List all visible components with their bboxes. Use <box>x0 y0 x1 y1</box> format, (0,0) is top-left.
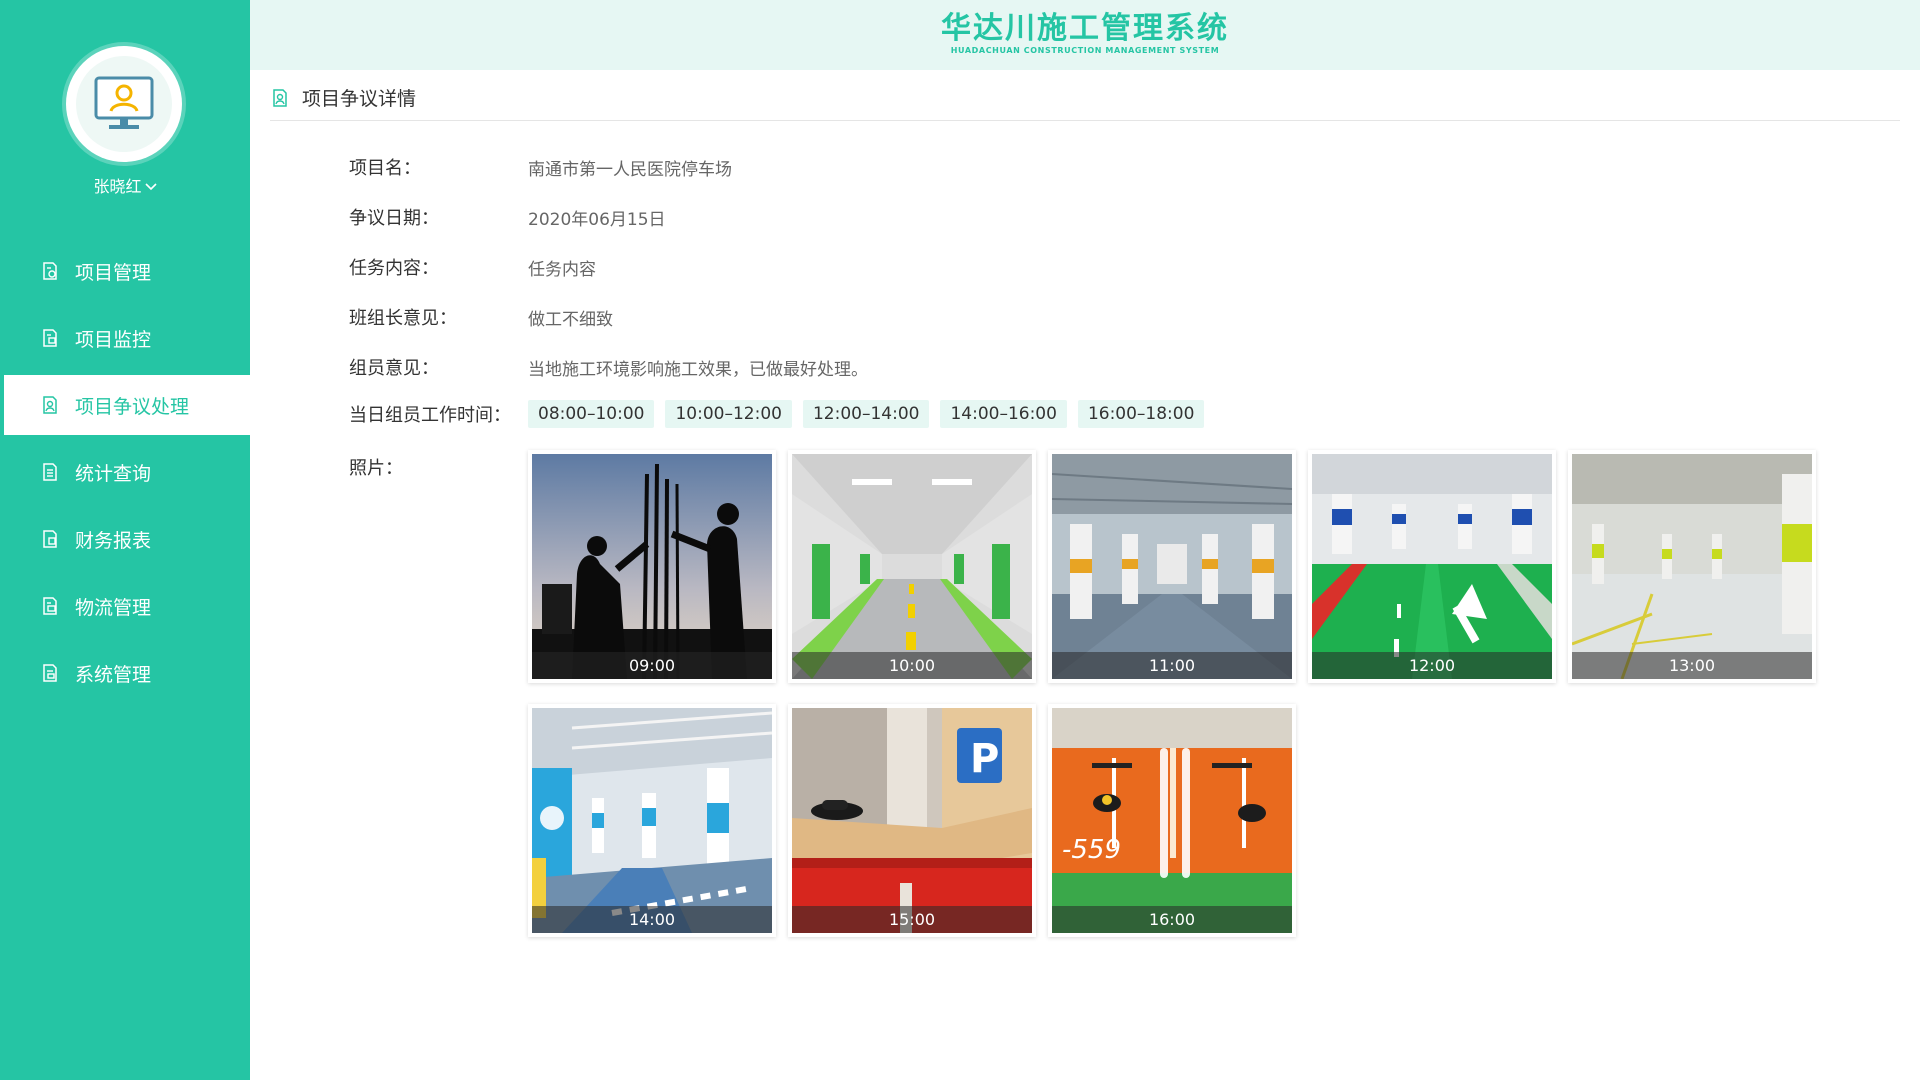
settings-icon <box>43 664 57 682</box>
photo-card[interactable]: 12:00 <box>1308 450 1556 683</box>
finance-icon <box>43 530 57 548</box>
sidebar-item-label: 物流管理 <box>75 596 152 619</box>
photo-time: 15:00 <box>792 906 1032 933</box>
field-work-time: 当日组员工作时间： 08:00–10:00 10:00–12:00 12:00–… <box>349 400 1215 428</box>
field-leader-opinion: 班组长意见： 做工不细致 <box>349 304 613 330</box>
field-label: 争议日期： <box>349 208 439 229</box>
photo-time: 14:00 <box>532 906 772 933</box>
field-label: 项目名： <box>349 158 421 179</box>
sidebar-item-system[interactable]: 系统管理 <box>0 643 250 703</box>
sidebar-item-label: 财务报表 <box>75 529 152 552</box>
photo-card[interactable]: 13:00 <box>1568 450 1816 683</box>
photo-card[interactable]: 14:00 <box>528 704 776 937</box>
sidebar-item-project-management[interactable]: 项目管理 <box>0 241 250 301</box>
photo-card[interactable]: 10:00 <box>788 450 1036 683</box>
photo-time: 11:00 <box>1052 652 1292 679</box>
field-value: 做工不细致 <box>528 309 613 330</box>
field-project-name: 项目名： 南通市第一人民医院停车场 <box>349 154 732 180</box>
user-menu[interactable]: 张晓红 <box>0 173 250 197</box>
time-slot: 14:00–16:00 <box>940 400 1067 428</box>
field-member-opinion: 组员意见： 当地施工环境影响施工效果，已做最好处理。 <box>349 354 868 380</box>
photo-time: 09:00 <box>532 652 772 679</box>
sidebar-item-label: 系统管理 <box>75 663 152 686</box>
sidebar-item-finance[interactable]: 财务报表 <box>0 509 250 569</box>
app-title: 华达川施工管理系统 <box>941 11 1229 46</box>
main-content: 项目争议详情 项目名： 南通市第一人民医院停车场 争议日期： 2020年06月1… <box>270 70 1900 1080</box>
avatar[interactable] <box>66 46 182 162</box>
sidebar-item-label: 项目争议处理 <box>75 395 190 418</box>
sidebar-item-label: 统计查询 <box>75 462 152 485</box>
field-value: 2020年06月15日 <box>528 209 666 230</box>
photo-image <box>1572 454 1812 679</box>
statistics-icon <box>43 463 57 481</box>
field-label: 班组长意见： <box>349 308 457 329</box>
photo-card[interactable]: -559 16:00 <box>1048 704 1296 937</box>
sidebar-item-label: 项目监控 <box>75 328 152 351</box>
app-subtitle: HUADACHUAN CONSTRUCTION MANAGEMENT SYSTE… <box>950 46 1220 55</box>
photo-image <box>1312 454 1552 679</box>
field-label: 任务内容： <box>349 258 439 279</box>
field-dispute-date: 争议日期： 2020年06月15日 <box>349 204 666 230</box>
photo-image: P <box>792 708 1032 933</box>
photo-time: 13:00 <box>1572 652 1812 679</box>
sidebar-item-project-monitor[interactable]: 项目监控 <box>0 308 250 368</box>
field-label: 组员意见： <box>349 358 439 379</box>
photo-time: 16:00 <box>1052 906 1292 933</box>
photo-card[interactable]: P 15:00 <box>788 704 1036 937</box>
sidebar-item-statistics[interactable]: 统计查询 <box>0 442 250 502</box>
sidebar: 张晓红 项目管理 项目监控 项目争议处理 统计查询 财务报表 物流管理 系统管理 <box>0 0 250 1080</box>
photo-image <box>792 454 1032 679</box>
user-name: 张晓红 <box>93 177 142 196</box>
avatar-circle <box>76 56 172 152</box>
sidebar-item-logistics[interactable]: 物流管理 <box>0 576 250 636</box>
project-icon <box>43 262 57 280</box>
monitor-user-icon <box>94 76 154 129</box>
sidebar-item-dispute[interactable]: 项目争议处理 <box>4 375 250 435</box>
logistics-icon <box>43 597 57 615</box>
time-slot-list: 08:00–10:00 10:00–12:00 12:00–14:00 14:0… <box>528 400 1215 428</box>
photo-card[interactable]: 11:00 <box>1048 450 1296 683</box>
time-slot: 10:00–12:00 <box>665 400 792 428</box>
photo-image: -559 <box>1052 708 1292 933</box>
photo-image <box>532 708 772 933</box>
photo-time: 10:00 <box>792 652 1032 679</box>
field-value: 任务内容 <box>528 259 596 280</box>
page-title: 项目争议详情 <box>302 88 417 110</box>
time-slot: 16:00–18:00 <box>1077 400 1205 428</box>
field-value: 当地施工环境影响施工效果，已做最好处理。 <box>528 359 868 380</box>
dispute-detail-icon <box>273 89 287 107</box>
svg-text:-559: -559 <box>1062 835 1121 865</box>
dispute-icon <box>43 396 57 414</box>
photo-image <box>532 454 772 679</box>
field-photos: 照片： <box>349 454 528 480</box>
time-slot: 08:00–10:00 <box>528 400 655 428</box>
field-task-content: 任务内容： 任务内容 <box>349 254 596 280</box>
photo-time: 12:00 <box>1312 652 1552 679</box>
chevron-down-icon <box>144 177 157 196</box>
brand-logo: 华达川施工管理系统 HUADACHUAN CONSTRUCTION MANAGE… <box>250 12 1920 56</box>
svg-text:P: P <box>970 736 999 782</box>
top-header: 华达川施工管理系统 HUADACHUAN CONSTRUCTION MANAGE… <box>250 0 1920 70</box>
sidebar-item-label: 项目管理 <box>75 261 152 284</box>
field-value: 南通市第一人民医院停车场 <box>528 159 732 180</box>
section-header: 项目争议详情 <box>270 88 1900 121</box>
field-label: 照片： <box>349 458 403 479</box>
sidebar-menu: 项目管理 项目监控 项目争议处理 统计查询 财务报表 物流管理 系统管理 <box>0 241 250 710</box>
time-slot: 12:00–14:00 <box>802 400 930 428</box>
photo-card[interactable]: 09:00 <box>528 450 776 683</box>
field-label: 当日组员工作时间： <box>349 405 511 426</box>
photo-image <box>1052 454 1292 679</box>
monitor-icon <box>43 329 57 347</box>
